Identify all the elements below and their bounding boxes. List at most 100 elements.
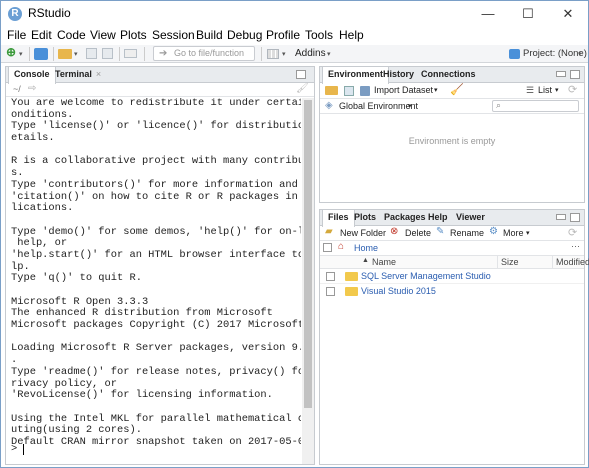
menu-bar: File Edit Code View Plots Session Build …	[1, 27, 588, 45]
print-icon[interactable]	[124, 49, 137, 58]
environment-empty-message: Environment is empty	[408, 136, 496, 146]
maximize-button[interactable]: ☐	[508, 1, 548, 27]
save-icon[interactable]	[86, 48, 97, 59]
save-all-icon[interactable]	[102, 48, 113, 59]
file-name-link[interactable]: Visual Studio 2015	[361, 286, 436, 296]
menu-help[interactable]: Help	[339, 28, 364, 42]
go-to-file-placeholder: Go to file/function	[174, 48, 245, 58]
console-output-line: 'help.start()' for an HTML browser inter…	[11, 248, 301, 261]
tab-connections[interactable]: Connections	[416, 67, 481, 83]
new-file-dropdown-icon[interactable]: ▾	[19, 50, 23, 64]
tab-viewer[interactable]: Viewer	[451, 210, 490, 226]
menu-profile[interactable]: Profile	[266, 28, 300, 42]
scope-selector[interactable]: Global Environment	[339, 101, 418, 111]
console-input-caret[interactable]	[23, 444, 24, 455]
menu-code[interactable]: Code	[57, 28, 86, 42]
rename-icon: ✎	[436, 226, 445, 237]
tab-plots[interactable]: Plots	[349, 210, 381, 226]
file-checkbox[interactable]	[326, 272, 335, 281]
open-file-dropdown-icon[interactable]: ▾	[74, 50, 78, 64]
menu-debug[interactable]: Debug	[227, 28, 262, 42]
open-file-icon[interactable]	[58, 49, 72, 59]
global-env-icon: ◈	[325, 100, 333, 111]
import-dropdown-icon[interactable]: ▾	[434, 86, 438, 94]
column-modified[interactable]: Modified	[556, 257, 589, 267]
console-scroll-thumb[interactable]	[304, 100, 312, 408]
files-breadcrumb: ⌂ Home ···	[320, 241, 584, 256]
minimize-pane-icon[interactable]	[556, 214, 566, 220]
workspace-panes-icon[interactable]	[267, 49, 279, 59]
file-checkbox[interactable]	[326, 287, 335, 296]
more-path-icon[interactable]: ···	[571, 241, 580, 251]
goto-dir-icon[interactable]: ⇨	[28, 83, 36, 94]
delete-button[interactable]: Delete	[405, 228, 431, 238]
maximize-pane-icon[interactable]	[296, 70, 306, 79]
column-size[interactable]: Size	[501, 257, 519, 267]
more-gear-icon: ⚙	[489, 226, 498, 237]
console-scrollbar[interactable]	[302, 98, 314, 464]
menu-build[interactable]: Build	[196, 28, 223, 42]
list-item[interactable]: SQL Server Management Studio	[320, 269, 584, 284]
panes-dropdown-icon[interactable]: ▾	[282, 50, 286, 64]
console-working-dir: ~/	[13, 84, 21, 94]
refresh-environment-icon[interactable]: ⟳	[568, 83, 577, 96]
save-workspace-icon[interactable]	[344, 86, 354, 96]
load-workspace-icon[interactable]	[325, 86, 338, 95]
maximize-pane-icon[interactable]	[570, 70, 580, 79]
more-dropdown-icon[interactable]: ▾	[526, 229, 530, 237]
file-name-link[interactable]: SQL Server Management Studio	[361, 271, 491, 281]
window-title: RStudio	[28, 6, 71, 20]
menu-plots[interactable]: Plots	[120, 28, 147, 42]
import-dataset-button[interactable]: Import Dataset	[374, 85, 433, 95]
scope-dropdown-icon[interactable]: ▾	[408, 102, 412, 110]
list-item[interactable]: Visual Studio 2015	[320, 284, 584, 299]
menu-file[interactable]: File	[7, 28, 26, 42]
clear-console-icon[interactable]: 🖌	[296, 83, 309, 94]
home-icon: ⌂	[338, 241, 345, 252]
select-all-checkbox[interactable]	[323, 243, 332, 252]
list-view-button[interactable]: List	[538, 85, 552, 95]
tab-terminal-label: Terminal	[55, 69, 92, 79]
column-name[interactable]: Name	[372, 257, 396, 267]
menu-view[interactable]: View	[90, 28, 116, 42]
main-toolbar: ⊕ ▾ ▾ ➔ Go to file/function ▾ Addins ▾ P…	[1, 45, 588, 63]
minimize-pane-icon[interactable]	[556, 71, 566, 77]
go-to-file-input[interactable]: ➔ Go to file/function	[153, 46, 255, 61]
project-icon	[509, 49, 520, 59]
new-folder-button[interactable]: New Folder	[340, 228, 386, 238]
console-output-line: etails.	[11, 132, 55, 145]
refresh-files-icon[interactable]: ⟳	[568, 226, 577, 239]
tab-console[interactable]: Console	[8, 67, 56, 84]
broom-icon[interactable]: 🧹	[450, 83, 464, 96]
rstudio-logo-icon: R	[8, 7, 22, 21]
search-icon: ⌕	[496, 100, 502, 110]
sort-ascending-icon[interactable]: ▲	[362, 257, 369, 264]
tab-history[interactable]: History	[378, 67, 419, 83]
go-to-arrow-icon: ➔	[159, 48, 168, 59]
close-terminal-icon[interactable]: ×	[96, 69, 101, 79]
tab-help[interactable]: Help	[423, 210, 453, 226]
console-output-line: 'RevoLicense()' for licensing informatio…	[11, 389, 273, 402]
addins-dropdown-icon[interactable]: ▾	[327, 50, 331, 64]
minimize-button[interactable]: —	[468, 1, 508, 27]
rename-button[interactable]: Rename	[450, 228, 484, 238]
menu-session[interactable]: Session	[152, 28, 195, 42]
tab-terminal[interactable]: Terminal ×	[50, 67, 106, 83]
rstudio-window: R RStudio — ☐ ✕ File Edit Code View Plot…	[0, 0, 589, 468]
environment-search-input[interactable]: ⌕	[492, 100, 579, 112]
new-project-icon[interactable]	[34, 48, 48, 60]
breadcrumb-home[interactable]: Home	[354, 243, 378, 253]
menu-tools[interactable]: Tools	[305, 28, 333, 42]
close-button[interactable]: ✕	[548, 1, 588, 27]
files-toolbar: ▰ New Folder ⊗ Delete ✎ Rename ⚙ More ▾ …	[320, 226, 584, 241]
delete-icon: ⊗	[390, 226, 399, 237]
more-button[interactable]: More	[503, 228, 524, 238]
addins-button[interactable]: Addins	[295, 48, 326, 62]
list-dropdown-icon[interactable]: ▾	[555, 86, 559, 94]
maximize-pane-icon[interactable]	[570, 213, 580, 222]
new-file-icon[interactable]: ⊕	[6, 45, 16, 59]
menu-edit[interactable]: Edit	[31, 28, 52, 42]
project-dropdown-icon[interactable]: ▾	[578, 50, 582, 64]
console-output: You are welcome to redistribute it under…	[11, 98, 301, 448]
